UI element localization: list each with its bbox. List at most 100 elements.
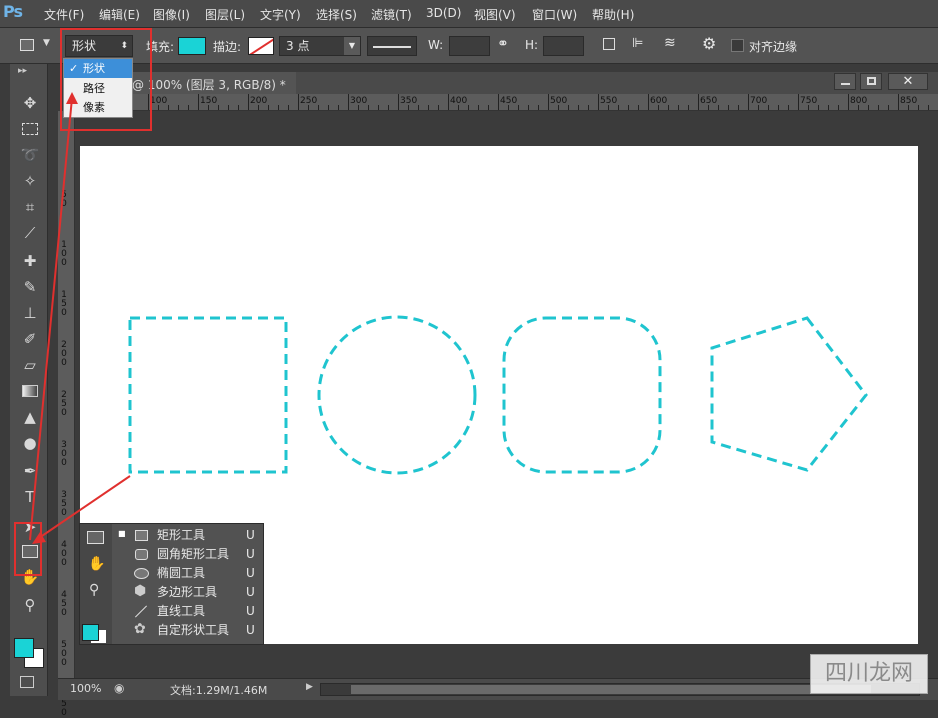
quick-mask-icon[interactable] — [20, 676, 34, 688]
gear-icon[interactable]: ⚙ — [702, 34, 716, 53]
close-button[interactable]: ✕ — [888, 73, 928, 90]
ruler-tick-mark — [518, 105, 519, 110]
healing-brush-tool-icon[interactable]: ✚ — [19, 250, 41, 272]
ruler-tick-mark — [648, 94, 649, 110]
blur-tool-icon[interactable]: ▲ — [19, 406, 41, 428]
type-tool-icon[interactable]: T — [19, 486, 41, 508]
flyout-shortcut: U — [246, 547, 255, 561]
move-tool-icon[interactable]: ✥ — [19, 92, 41, 114]
ruler-tick-mark — [708, 105, 709, 110]
pen-tool-icon[interactable]: ✒ — [19, 460, 41, 482]
ruler-tick-mark — [908, 105, 909, 110]
ruler-tick-mark — [228, 105, 229, 110]
ruler-tick-label: 3 5 0 — [61, 490, 67, 518]
zoom-level[interactable]: 100% — [70, 682, 101, 695]
tools-panel: ▸▸ ✥ ➰ ✧ ⌗ ⟋ ✚ ✎ ⊥ ✐ ▱ ▲ ● ✒ T ➤ ✋ ⚲ — [10, 64, 48, 696]
path-alignment-icon[interactable]: ⊫ — [632, 36, 643, 51]
flyout-label: 自定形状工具 — [157, 623, 230, 637]
flyout-label: 直线工具 — [157, 604, 206, 618]
menu-select[interactable]: 选择(S) — [316, 6, 357, 23]
document-title: @ 100% (图层 3, RGB/8) * — [132, 78, 286, 92]
menu-file[interactable]: 文件(F) — [44, 6, 84, 23]
scrollbar-thumb[interactable] — [351, 685, 871, 694]
ruler-tick-mark — [588, 105, 589, 110]
gradient-tool-icon[interactable] — [19, 380, 41, 402]
hand-tool-icon[interactable]: ✋ — [88, 556, 105, 572]
ruler-tick-mark — [218, 105, 219, 110]
flyout-item-custom-shape[interactable]: ✿ 自定形状工具 U — [113, 621, 263, 640]
eraser-tool-icon[interactable]: ▱ — [19, 354, 41, 376]
document-tab-bar: @ 100% (图层 3, RGB/8) * ✕ — [70, 72, 938, 94]
menu-image[interactable]: 图像(I) — [153, 6, 190, 23]
brush-tool-icon[interactable]: ✎ — [19, 276, 41, 298]
lasso-tool-icon[interactable]: ➰ — [19, 144, 41, 166]
ruler-tick-mark — [698, 94, 699, 110]
menu-view[interactable]: 视图(V) — [474, 6, 516, 23]
menu-3d[interactable]: 3D(D) — [426, 6, 461, 20]
custom-shape-icon: ✿ — [134, 621, 146, 637]
rectangle-tool-icon[interactable] — [87, 531, 104, 544]
width-input[interactable] — [449, 36, 490, 56]
path-arrangement-icon[interactable]: ≋ — [664, 35, 676, 51]
ruler-tick-label: 2 0 0 — [61, 340, 67, 368]
minimize-button[interactable] — [834, 73, 856, 90]
stroke-swatch[interactable] — [248, 37, 274, 55]
zoom-tool-icon[interactable]: ⚲ — [19, 594, 41, 616]
ellipse-icon — [134, 568, 149, 579]
ruler-tick-mark — [398, 94, 399, 110]
ruler-tick-label: 1 0 0 — [61, 240, 67, 268]
menu-window[interactable]: 窗口(W) — [532, 6, 577, 23]
fill-swatch[interactable] — [178, 37, 206, 55]
menu-filter[interactable]: 滤镜(T) — [371, 6, 412, 23]
marquee-tool-icon[interactable] — [19, 118, 41, 140]
flyout-item-rectangle[interactable]: ■ 矩形工具 U — [113, 526, 263, 545]
tool-preset-picker[interactable]: ▼ — [18, 36, 52, 56]
zoom-tool-icon[interactable]: ⚲ — [89, 582, 99, 598]
menu-type[interactable]: 文字(Y) — [260, 6, 301, 23]
align-edges-checkbox[interactable] — [731, 39, 744, 52]
ruler-tick-mark — [618, 105, 619, 110]
flyout-foreground-swatch[interactable] — [82, 624, 99, 641]
foreground-color-swatch[interactable] — [14, 638, 34, 658]
menu-edit[interactable]: 编辑(E) — [99, 6, 140, 23]
flyout-label: 圆角矩形工具 — [157, 547, 230, 561]
crop-tool-icon[interactable]: ⌗ — [19, 196, 41, 218]
ruler-tick-mark — [428, 105, 429, 110]
eyedropper-tool-icon[interactable]: ⟋ — [19, 222, 41, 244]
flyout-item-line[interactable]: 直线工具 U — [113, 602, 263, 621]
stroke-width-select[interactable]: 3 点 ▼ — [279, 36, 361, 56]
ruler-tick-mark — [378, 105, 379, 110]
ruler-tick-label: 2 5 0 — [61, 390, 67, 418]
dodge-tool-icon[interactable]: ● — [19, 432, 41, 454]
flyout-tool-strip: ✋ ⚲ — [80, 524, 112, 644]
maximize-button[interactable] — [860, 73, 882, 90]
flyout-label: 矩形工具 — [157, 528, 206, 542]
link-icon[interactable]: ⚭ — [497, 36, 509, 52]
ruler-tick-mark — [598, 94, 599, 110]
annotation-box-mode — [60, 28, 152, 131]
flyout-item-polygon[interactable]: ⬢ 多边形工具 U — [113, 583, 263, 602]
height-input[interactable] — [543, 36, 584, 56]
toolbar-collapse-icon[interactable]: ▸▸ — [18, 66, 27, 76]
stamp-tool-icon[interactable]: ⊥ — [19, 302, 41, 324]
ruler-tick-mark — [858, 105, 859, 110]
ruler-tick-mark — [798, 94, 799, 110]
history-brush-tool-icon[interactable]: ✐ — [19, 328, 41, 350]
status-info-icon[interactable]: ◉ — [114, 681, 124, 695]
ruler-tick-mark — [408, 105, 409, 110]
ruler-tick-mark — [578, 105, 579, 110]
menu-layer[interactable]: 图层(L) — [205, 6, 245, 23]
menu-bar: Ps 文件(F) 编辑(E) 图像(I) 图层(L) 文字(Y) 选择(S) 滤… — [0, 0, 938, 28]
flyout-item-rounded-rectangle[interactable]: 圆角矩形工具 U — [113, 545, 263, 564]
ruler-tick-mark — [278, 105, 279, 110]
path-operations-icon[interactable] — [603, 38, 615, 50]
ruler-tick-mark — [808, 105, 809, 110]
status-menu-arrow-icon[interactable]: ▶ — [306, 682, 313, 692]
menu-help[interactable]: 帮助(H) — [592, 6, 634, 23]
ruler-tick-mark — [688, 105, 689, 110]
ruler-tick-mark — [298, 94, 299, 110]
stroke-label: 描边: — [213, 40, 242, 54]
magic-wand-tool-icon[interactable]: ✧ — [19, 170, 41, 192]
stroke-type-select[interactable] — [367, 36, 417, 56]
flyout-item-ellipse[interactable]: 椭圆工具 U — [113, 564, 263, 583]
